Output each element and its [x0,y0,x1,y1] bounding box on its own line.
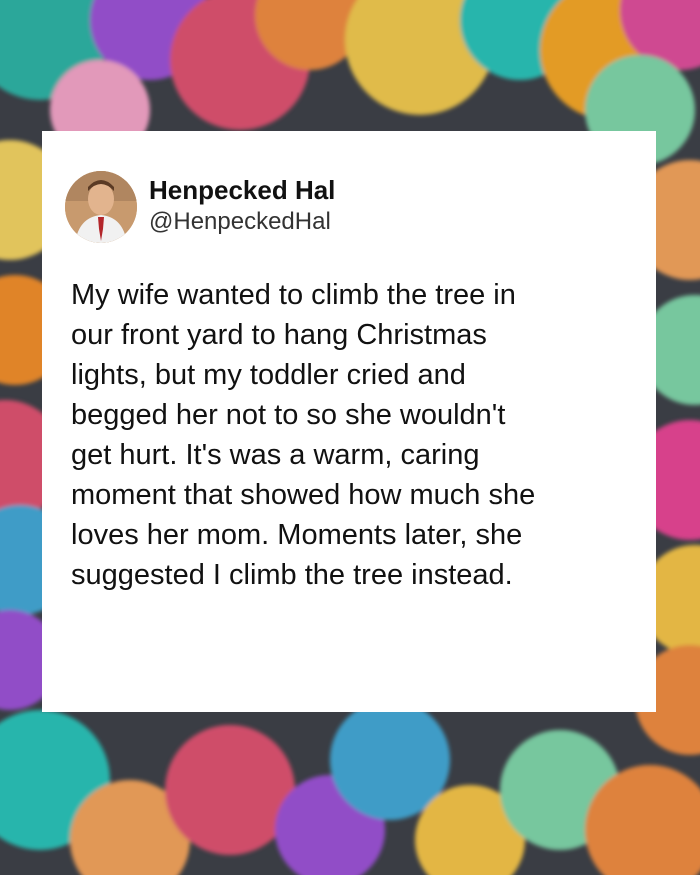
user-handle[interactable]: @HenpeckedHal [149,207,335,237]
post-text: My wife wanted to climb the tree in our … [71,279,536,591]
author-info: Henpecked Hal @HenpeckedHal [149,175,335,237]
display-name[interactable]: Henpecked Hal [149,175,335,205]
post-header: Henpecked Hal @HenpeckedHal [65,171,335,243]
avatar[interactable] [65,171,137,243]
avatar-image [65,171,137,243]
post-card: Henpecked Hal @HenpeckedHal My wife want… [42,131,656,712]
